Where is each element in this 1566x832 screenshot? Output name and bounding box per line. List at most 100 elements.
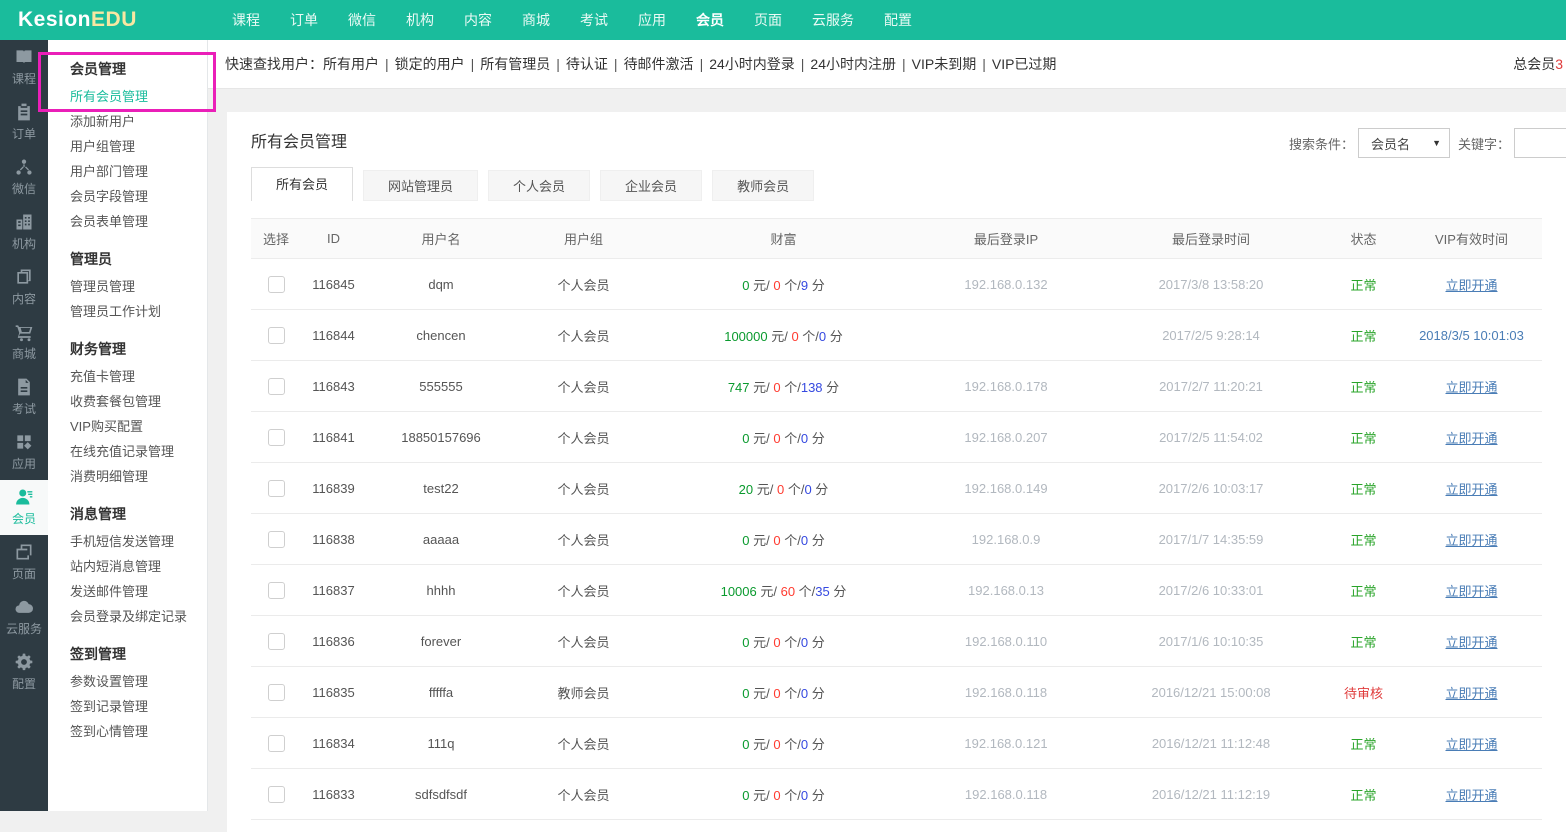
last-login-ip-cell: 192.168.0.110	[916, 616, 1096, 667]
row-checkbox[interactable]	[268, 378, 285, 395]
cart-icon	[14, 322, 34, 342]
quick-filter-link[interactable]: 锁定的用户	[395, 56, 465, 72]
menu-item[interactable]: 用户部门管理	[70, 159, 207, 184]
top-nav-item[interactable]: 应用	[623, 0, 681, 40]
quick-filter-link[interactable]: 24小时内登录	[709, 56, 795, 72]
quick-filter-link[interactable]: VIP未到期	[912, 56, 977, 72]
vip-activate-link[interactable]: 立即开通	[1445, 788, 1497, 803]
top-nav-items: 课程订单微信机构内容商城考试应用会员页面云服务配置	[217, 0, 927, 40]
menu-item[interactable]: 签到心情管理	[70, 719, 207, 744]
sidebar-item[interactable]: 配置	[0, 645, 48, 700]
last-login-time-cell: 2017/2/6 10:03:17	[1096, 463, 1326, 514]
vip-activate-link[interactable]: 立即开通	[1445, 737, 1497, 752]
column-header: 选择	[251, 219, 301, 259]
menu-item[interactable]: 用户组管理	[70, 134, 207, 159]
menu-item[interactable]: 所有会员管理	[70, 84, 207, 109]
vip-cell: 立即开通	[1401, 718, 1542, 769]
vip-activate-link[interactable]: 立即开通	[1445, 482, 1497, 497]
tab-active[interactable]: 所有会员	[251, 167, 353, 201]
row-checkbox[interactable]	[268, 582, 285, 599]
vip-activate-link[interactable]: 立即开通	[1445, 431, 1497, 446]
quick-filter-link[interactable]: 所有用户	[323, 56, 379, 72]
brand-logo[interactable]: KesionEDU	[0, 8, 217, 32]
status-badge: 正常	[1350, 278, 1376, 293]
menu-item[interactable]: 会员表单管理	[70, 209, 207, 234]
last-login-ip-cell: 192.168.0.9	[916, 514, 1096, 565]
member-person-icon	[14, 487, 34, 507]
row-checkbox[interactable]	[268, 480, 285, 497]
id-cell: 116843	[301, 361, 366, 412]
quick-filter-link[interactable]: 待认证	[566, 56, 608, 72]
exam-file-icon	[14, 377, 34, 397]
menu-item[interactable]: 参数设置管理	[70, 669, 207, 694]
top-nav-item[interactable]: 考试	[565, 0, 623, 40]
sidebar-item[interactable]: 考试	[0, 370, 48, 425]
top-nav-item[interactable]: 课程	[217, 0, 275, 40]
sidebar-item[interactable]: 会员	[0, 480, 48, 535]
row-checkbox[interactable]	[268, 429, 285, 446]
menu-item[interactable]: 添加新用户	[70, 109, 207, 134]
sidebar-item[interactable]: 内容	[0, 260, 48, 315]
sidebar-item[interactable]: 商城	[0, 315, 48, 370]
sidebar-item[interactable]: 课程	[0, 40, 48, 95]
tab-item[interactable]: 个人会员	[488, 170, 590, 201]
tab-item[interactable]: 教师会员	[712, 170, 814, 201]
vip-activate-link[interactable]: 立即开通	[1445, 686, 1497, 701]
quick-filter-link[interactable]: 所有管理员	[480, 56, 550, 72]
menu-item[interactable]: 在线充值记录管理	[70, 439, 207, 464]
row-checkbox[interactable]	[268, 786, 285, 803]
row-checkbox[interactable]	[268, 633, 285, 650]
top-nav-item[interactable]: 订单	[275, 0, 333, 40]
top-nav-item[interactable]: 商城	[507, 0, 565, 40]
quick-filter-link[interactable]: VIP已过期	[992, 56, 1057, 72]
last-login-time-cell: 2017/3/8 13:58:20	[1096, 259, 1326, 310]
sidebar-item[interactable]: 机构	[0, 205, 48, 260]
vip-activate-link[interactable]: 立即开通	[1445, 278, 1497, 293]
row-checkbox[interactable]	[268, 327, 285, 344]
quick-filter-link[interactable]: 待邮件激活	[624, 56, 694, 72]
vip-activate-link[interactable]: 立即开通	[1445, 380, 1497, 395]
top-nav-item[interactable]: 机构	[391, 0, 449, 40]
menu-item[interactable]: VIP购买配置	[70, 414, 207, 439]
vip-cell: 2018/3/5 10:01:03	[1401, 310, 1542, 361]
quick-filter-link[interactable]: 24小时内注册	[810, 56, 896, 72]
top-nav-item[interactable]: 云服务	[797, 0, 869, 40]
chevron-down-icon: ▼	[1432, 138, 1441, 148]
search-condition-select[interactable]: 会员名▼	[1358, 128, 1450, 158]
vip-activate-link[interactable]: 立即开通	[1445, 635, 1497, 650]
group-cell: 个人会员	[516, 514, 651, 565]
sidebar-item[interactable]: 订单	[0, 95, 48, 150]
menu-item[interactable]: 消费明细管理	[70, 464, 207, 489]
top-nav-item[interactable]: 配置	[869, 0, 927, 40]
row-checkbox[interactable]	[268, 684, 285, 701]
tab-item[interactable]: 企业会员	[600, 170, 702, 201]
menu-item[interactable]: 签到记录管理	[70, 694, 207, 719]
row-checkbox[interactable]	[268, 735, 285, 752]
vip-activate-link[interactable]: 立即开通	[1445, 584, 1497, 599]
top-nav-item[interactable]: 微信	[333, 0, 391, 40]
tab-item[interactable]: 网站管理员	[363, 170, 478, 201]
vip-activate-link[interactable]: 立即开通	[1445, 533, 1497, 548]
menu-item[interactable]: 收费套餐包管理	[70, 389, 207, 414]
top-nav-item[interactable]: 会员	[681, 0, 739, 40]
menu-item[interactable]: 管理员管理	[70, 274, 207, 299]
sidebar-item[interactable]: 微信	[0, 150, 48, 205]
brand-part-2: EDU	[91, 8, 137, 31]
top-nav-item[interactable]: 内容	[449, 0, 507, 40]
top-nav-item[interactable]: 页面	[739, 0, 797, 40]
sidebar-item[interactable]: 页面	[0, 535, 48, 590]
sidebar-item-label: 内容	[12, 290, 36, 307]
menu-item[interactable]: 会员登录及绑定记录	[70, 604, 207, 629]
menu-item[interactable]: 站内短消息管理	[70, 554, 207, 579]
sidebar-item[interactable]: 云服务	[0, 590, 48, 645]
keyword-input[interactable]	[1514, 128, 1566, 158]
row-checkbox[interactable]	[268, 276, 285, 293]
menu-item[interactable]: 手机短信发送管理	[70, 529, 207, 554]
row-checkbox[interactable]	[268, 531, 285, 548]
menu-item[interactable]: 充值卡管理	[70, 364, 207, 389]
table-row: 116837hhhh个人会员10006 元/ 60 个/35 分192.168.…	[251, 565, 1542, 616]
menu-item[interactable]: 会员字段管理	[70, 184, 207, 209]
menu-item[interactable]: 发送邮件管理	[70, 579, 207, 604]
menu-item[interactable]: 管理员工作计划	[70, 299, 207, 324]
sidebar-item[interactable]: 应用	[0, 425, 48, 480]
